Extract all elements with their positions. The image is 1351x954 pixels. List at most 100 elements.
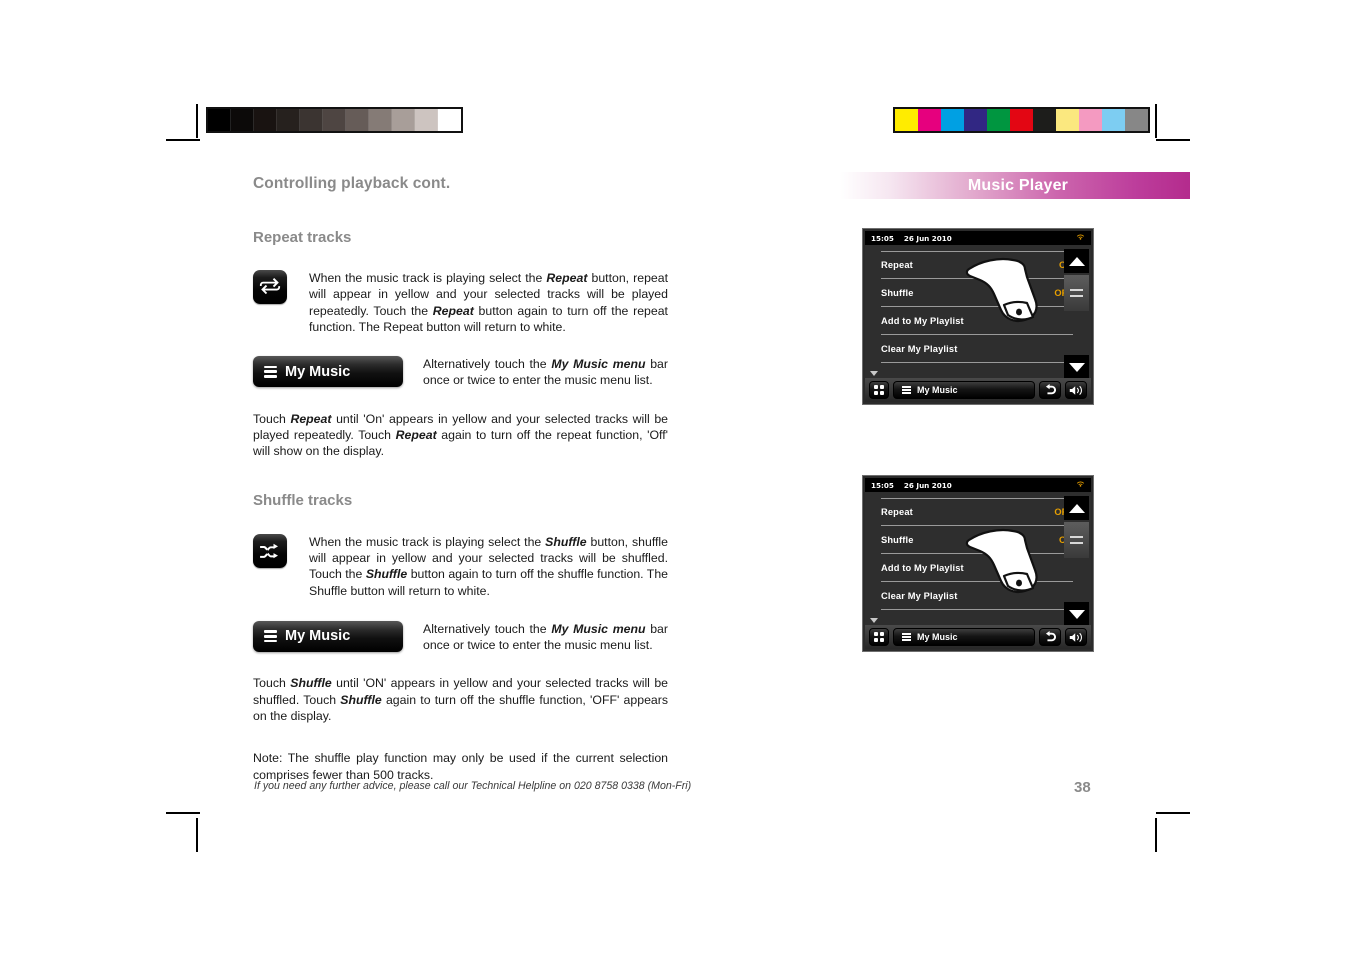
scroll-up-icon[interactable] (1064, 249, 1089, 273)
shuffle-alt-callout: My Music Alternatively touch the My Musi… (253, 620, 668, 654)
menu-list: RepeatONShuffleOFF Add to My Playlist Clea… (865, 245, 1091, 379)
color-swatch-1 (918, 109, 941, 131)
my-music-button-label: My Music (285, 363, 351, 380)
grid-icon[interactable] (869, 381, 889, 399)
color-swatch-9 (1102, 109, 1125, 131)
menu-item-label: Shuffle (881, 287, 914, 298)
menu-lines-icon[interactable] (1064, 275, 1089, 311)
back-arrow-icon[interactable] (1039, 381, 1061, 399)
grid-icon[interactable] (869, 628, 889, 646)
grayscale-calibration-strip (206, 107, 463, 133)
menu-item-label: Shuffle (881, 534, 914, 545)
color-swatch-2 (941, 109, 964, 131)
status-date: 26 Jun 2010 (903, 480, 952, 490)
crop-mark-top-left-h (166, 139, 200, 141)
repeat-alt-callout: My Music Alternatively touch the My Musi… (253, 356, 668, 389)
page-canvas: Controlling playback cont. Repeat tracks… (0, 0, 1351, 954)
color-swatch-5 (1010, 109, 1033, 131)
device-display: 15:05 26 Jun 2010 RepeatOFFShuffleON Add to… (865, 478, 1091, 649)
menu-lines-icon[interactable] (1064, 522, 1089, 558)
grayscale-swatch-4 (300, 109, 323, 131)
grayscale-swatch-10 (438, 109, 461, 131)
device-toolbar: My Music (865, 378, 1091, 402)
my-music-button-label: My Music (285, 628, 351, 645)
menu-item-shuffle[interactable]: ShuffleOFF (881, 279, 1073, 307)
toolbar-my-music-label: My Music (917, 632, 958, 642)
music-player-header-label: Music Player (967, 176, 1069, 194)
crop-mark-top-right-v (1155, 104, 1157, 138)
shuffle-heading: Shuffle tracks (253, 491, 353, 509)
menu-item-label: Repeat (881, 507, 913, 517)
toolbar-my-music-bar[interactable]: My Music (893, 628, 1035, 646)
repeat-callout: When the music track is playing select t… (253, 270, 668, 335)
menu-item-label: Repeat (881, 260, 913, 270)
device-toolbar: My Music (865, 625, 1091, 649)
music-player-header: Music Player (840, 172, 1190, 199)
more-items-indicator-icon (870, 371, 878, 376)
hamburger-icon (902, 632, 911, 642)
menu-item-add-to-my-playlist[interactable]: Add to My Playlist (881, 554, 1073, 582)
color-swatch-10 (1125, 109, 1148, 131)
shuffle-callout: When the music track is playing select t… (253, 533, 668, 599)
menu-item-label: Clear My Playlist (881, 590, 958, 601)
color-swatch-3 (964, 109, 987, 131)
shuffle-icon (253, 533, 287, 568)
hamburger-icon (264, 365, 277, 378)
grayscale-swatch-6 (346, 109, 369, 131)
menu-item-add-to-my-playlist[interactable]: Add to My Playlist (881, 307, 1073, 335)
grayscale-swatch-0 (208, 109, 231, 131)
more-items-indicator-icon (870, 618, 878, 623)
shuffle-body-text: When the music track is playing select t… (309, 534, 668, 598)
status-time: 15:05 (871, 480, 894, 490)
menu-item-label: Add to My Playlist (881, 562, 964, 573)
my-music-button-repeat[interactable]: My Music (253, 356, 403, 388)
crop-mark-bottom-left-v (196, 818, 198, 852)
toolbar-my-music-bar[interactable]: My Music (893, 381, 1035, 399)
repeat-icon (253, 270, 287, 304)
menu-item-clear-my-playlist[interactable]: Clear My Playlist (881, 335, 1073, 363)
grayscale-swatch-2 (254, 109, 277, 131)
color-swatch-4 (987, 109, 1010, 131)
menu-item-label: Clear My Playlist (881, 343, 958, 354)
grayscale-swatch-7 (369, 109, 392, 131)
back-arrow-icon[interactable] (1039, 628, 1061, 646)
menu-item-shuffle[interactable]: ShuffleON (881, 526, 1073, 554)
menu-item-repeat[interactable]: RepeatOFF (881, 498, 1073, 526)
menu-list: RepeatOFFShuffleON Add to My Playlist Clea… (865, 492, 1091, 626)
grayscale-swatch-1 (231, 109, 254, 131)
device-screenshot-shuffle-on: 15:05 26 Jun 2010 RepeatOFFShuffleON Add to… (862, 475, 1094, 652)
scroll-up-icon[interactable] (1064, 496, 1089, 520)
crop-mark-bottom-left-h (166, 812, 200, 814)
menu-item-clear-my-playlist[interactable]: Clear My Playlist (881, 582, 1073, 610)
device-screenshot-repeat-on: 15:05 26 Jun 2010 RepeatONShuffleOFF Add to… (862, 228, 1094, 405)
scroll-down-icon[interactable] (1064, 602, 1089, 626)
menu-item-repeat[interactable]: RepeatON (881, 251, 1073, 279)
color-calibration-strip (893, 107, 1150, 133)
page-title: Controlling playback cont. (253, 175, 451, 192)
crop-mark-bottom-right-h (1156, 812, 1190, 814)
hamburger-icon (902, 385, 911, 395)
grayscale-swatch-9 (415, 109, 438, 131)
scroll-down-icon[interactable] (1064, 355, 1089, 379)
hamburger-icon (264, 630, 277, 643)
volume-icon[interactable] (1065, 381, 1087, 399)
grayscale-swatch-3 (277, 109, 300, 131)
crop-mark-top-right-h (1156, 139, 1190, 141)
repeat-heading: Repeat tracks (253, 229, 352, 246)
color-swatch-0 (895, 109, 918, 131)
article-body: Controlling playback cont. Repeat tracks… (253, 175, 668, 783)
repeat-body-text: When the music track is playing select t… (309, 271, 669, 334)
crop-mark-top-left-v (196, 104, 198, 138)
wifi-icon (1076, 233, 1085, 243)
color-swatch-8 (1079, 109, 1102, 131)
my-music-button-shuffle[interactable]: My Music (253, 620, 403, 652)
grayscale-swatch-8 (392, 109, 415, 131)
volume-icon[interactable] (1065, 628, 1087, 646)
status-date: 26 Jun 2010 (903, 233, 952, 243)
scroll-controls (1064, 249, 1089, 379)
shuffle-footer-text: Touch Shuffle until 'ON' appears in yell… (253, 676, 669, 724)
wifi-icon (1076, 480, 1085, 490)
page-number: 38 (1074, 779, 1091, 796)
repeat-alt-text: Alternatively touch the My Music menu ba… (423, 357, 668, 388)
status-time: 15:05 (871, 233, 894, 243)
